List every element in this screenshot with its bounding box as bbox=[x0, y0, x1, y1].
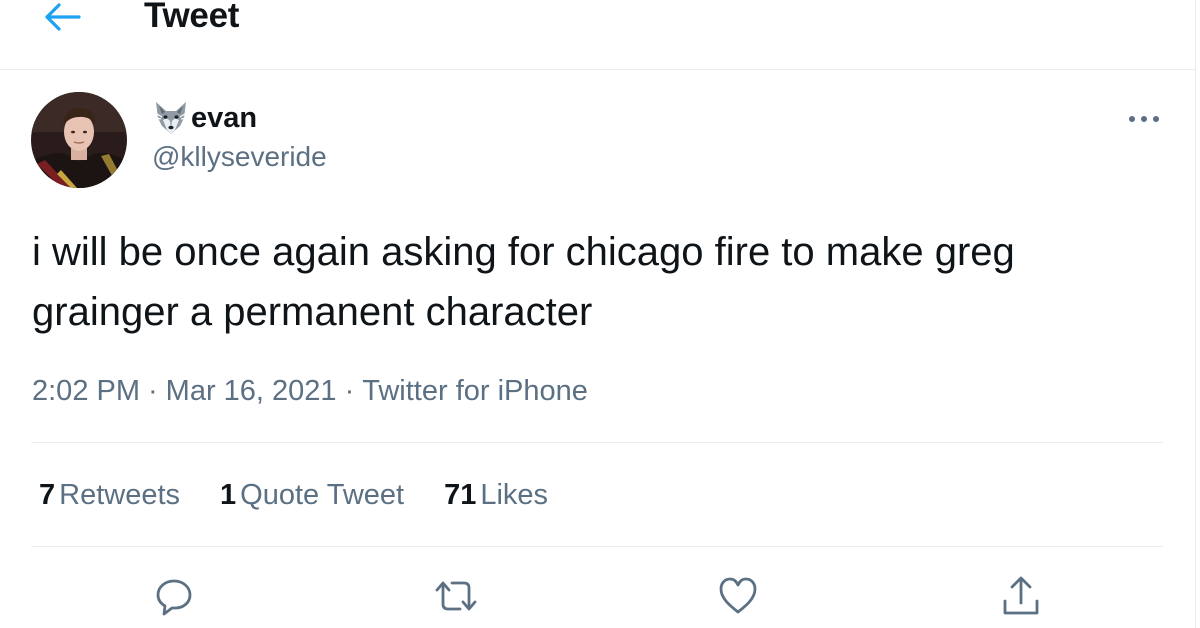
reply-icon bbox=[156, 579, 192, 616]
user-avatar bbox=[31, 92, 127, 188]
heart-icon bbox=[719, 577, 757, 614]
likes-count: 71 bbox=[444, 479, 477, 511]
author-name-link[interactable]: evan bbox=[153, 100, 257, 136]
user-handle[interactable]: @kllyseveride bbox=[152, 140, 327, 174]
column-border bbox=[1195, 0, 1196, 628]
arrow-left-icon bbox=[45, 3, 81, 31]
tweet-date[interactable]: Mar 16, 2021 bbox=[166, 375, 337, 407]
likes-stat[interactable]: 71 Likes bbox=[444, 477, 548, 513]
tweet-text: i will be once again asking for chicago … bbox=[32, 230, 1015, 334]
retweet-icon bbox=[435, 581, 477, 611]
page-title: Tweet bbox=[144, 0, 240, 35]
likes-label: Likes bbox=[480, 479, 549, 511]
display-name: evan bbox=[191, 102, 258, 134]
tweet-source[interactable]: Twitter for iPhone bbox=[362, 375, 588, 407]
ellipsis-icon bbox=[1129, 116, 1159, 122]
meta-separator: · bbox=[148, 375, 158, 407]
quote-tweets-label: Quote Tweet bbox=[240, 479, 405, 511]
share-button[interactable] bbox=[997, 572, 1045, 620]
like-button[interactable] bbox=[714, 572, 762, 620]
tweet-header: Tweet bbox=[0, 0, 1195, 70]
retweets-label: Retweets bbox=[59, 479, 181, 511]
tweet-stats: 7 Retweets 1 Quote Tweet 71 Likes bbox=[39, 477, 588, 513]
avatar[interactable] bbox=[31, 92, 127, 188]
retweets-stat[interactable]: 7 Retweets bbox=[39, 477, 180, 513]
tweet-meta: 2:02 PM · Mar 16, 2021 · Twitter for iPhone bbox=[32, 373, 588, 409]
retweet-button[interactable] bbox=[432, 572, 480, 620]
quote-tweets-count: 1 bbox=[220, 479, 237, 511]
more-options-button[interactable] bbox=[1124, 104, 1164, 134]
divider bbox=[31, 546, 1163, 547]
meta-separator: · bbox=[344, 375, 355, 407]
retweets-count: 7 bbox=[39, 479, 56, 511]
quote-tweets-stat[interactable]: 1 Quote Tweet bbox=[220, 477, 404, 513]
share-icon bbox=[1003, 576, 1039, 615]
tweet-time[interactable]: 2:02 PM bbox=[32, 375, 140, 407]
back-button[interactable] bbox=[40, 0, 84, 34]
divider bbox=[31, 442, 1163, 443]
wolf-face-icon bbox=[155, 102, 187, 134]
reply-button[interactable] bbox=[150, 572, 198, 620]
